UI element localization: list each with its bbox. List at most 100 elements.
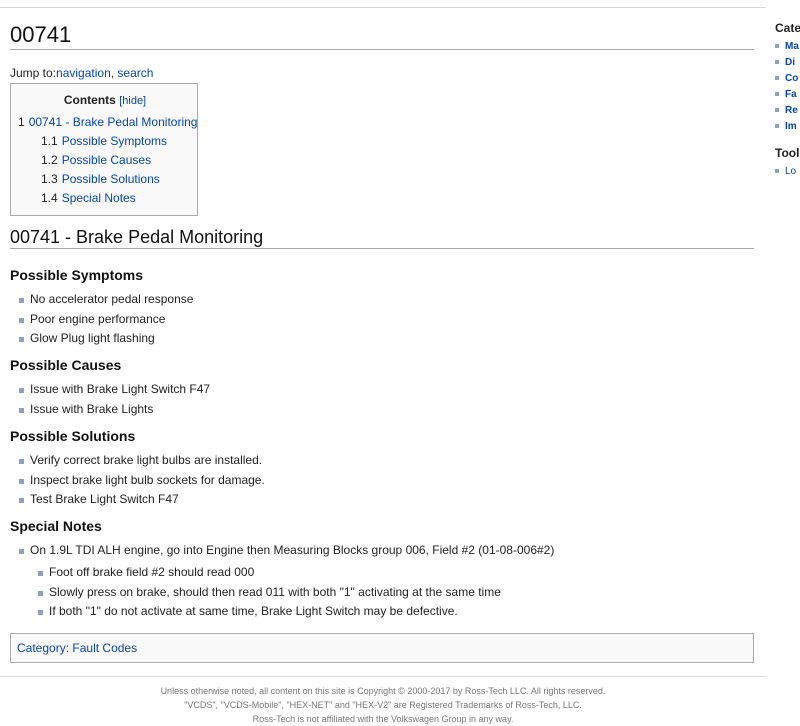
- toc-item-number: 1.2: [41, 153, 58, 167]
- bullet-icon: [38, 610, 43, 615]
- bullet-icon: [19, 478, 24, 484]
- solutions-list: Verify correct brake light bulbs are ins…: [10, 451, 265, 510]
- list-item-text: Verify correct brake light bulbs are ins…: [30, 453, 263, 467]
- list-item-text: If both "1" do not activate at same time…: [49, 604, 458, 618]
- category-line: Category: Fault Codes: [17, 641, 137, 655]
- toc-item-label: Special Notes: [61, 191, 136, 205]
- title-divider: [10, 49, 754, 50]
- sidebar-item-label: Di: [785, 57, 795, 68]
- bullet-icon: [19, 388, 24, 393]
- bullet-icon: [775, 92, 779, 97]
- category-box: Category: Fault Codes: [10, 633, 754, 663]
- symptoms-heading: Possible Symptoms: [10, 267, 144, 283]
- sidebar-category-item[interactable]: Ma: [775, 41, 799, 52]
- sidebar-item-label: Lo: [785, 166, 797, 177]
- toc-item-number: 1.4: [41, 191, 58, 205]
- list-item-text: Issue with Brake Lights: [30, 401, 154, 416]
- list-item-text: No accelerator pedal response: [30, 292, 194, 306]
- category-fault-codes-link[interactable]: Fault Codes: [72, 641, 137, 655]
- toc-item-label: Possible Causes: [61, 153, 152, 167]
- sidebar-tools-heading: Tool: [775, 146, 800, 160]
- footer-copyright: Unless otherwise noted, all content on t…: [160, 686, 606, 696]
- sidebar-category-item[interactable]: Fa: [775, 89, 797, 100]
- toc-item-label: Possible Solutions: [61, 172, 160, 186]
- toc-item[interactable]: 1.2 Possible Causes: [41, 153, 151, 167]
- list-item: On 1.9L TDI ALH engine, go into Engine t…: [10, 541, 554, 561]
- bullet-icon: [775, 60, 779, 65]
- toc-item[interactable]: 1.3 Possible Solutions: [41, 172, 160, 186]
- list-item: Foot off brake field #2 should read 000: [29, 563, 501, 583]
- bullet-icon: [775, 44, 779, 49]
- sidebar-category-item[interactable]: Re: [775, 105, 798, 116]
- list-item-text: Issue with Brake Light Switch F47: [30, 382, 211, 396]
- sidebar-item-label: Re: [785, 105, 798, 116]
- toc-item-number: 1.1: [41, 134, 58, 148]
- list-item-text: Slowly press on brake, should then read …: [49, 584, 501, 599]
- bullet-icon: [19, 317, 24, 323]
- jump-search-link[interactable]: search: [117, 66, 153, 80]
- bullet-icon: [19, 407, 24, 413]
- list-item: Issue with Brake Lights: [10, 400, 210, 420]
- footer-divider: [0, 676, 766, 677]
- notes-list: On 1.9L TDI ALH engine, go into Engine t…: [10, 541, 554, 561]
- list-item: Poor engine performance: [10, 310, 193, 330]
- category-separator: :: [65, 641, 70, 655]
- bullet-icon: [19, 549, 24, 554]
- jump-to-label: Jump to:: [10, 66, 57, 80]
- category-prefix-link[interactable]: Category: [17, 641, 66, 655]
- list-item: Test Brake Light Switch F47: [10, 490, 265, 510]
- toc-title: Contents: [63, 93, 116, 107]
- list-item-text: Test Brake Light Switch F47: [30, 492, 179, 506]
- causes-heading: Possible Causes: [10, 357, 122, 373]
- sidebar-item-label: Ma: [785, 41, 799, 52]
- sidebar-item-label: Co: [785, 73, 799, 84]
- footer-affiliation: Ross-Tech is not affiliated with the Vol…: [252, 714, 514, 724]
- list-item: Verify correct brake light bulbs are ins…: [10, 451, 265, 471]
- bullet-icon: [775, 76, 779, 81]
- footer-trademarks: "VCDS", "VCDS-Mobile", "HEX-NET" and "HE…: [184, 700, 582, 710]
- jump-to-bar: Jump to:navigation, search: [10, 66, 153, 80]
- toc-item[interactable]: 1.1 Possible Symptoms: [41, 134, 167, 148]
- sidebar-categories-heading: Cate: [775, 21, 800, 35]
- causes-list: Issue with Brake Light Switch F47 Issue …: [10, 380, 210, 419]
- jump-navigation-link[interactable]: navigation: [56, 66, 111, 80]
- solutions-heading: Possible Solutions: [10, 428, 136, 444]
- toc-item-number: 1: [18, 115, 25, 129]
- bullet-icon: [775, 124, 779, 129]
- toc-item[interactable]: 1.4 Special Notes: [41, 191, 136, 205]
- bullet-icon: [775, 108, 779, 113]
- sidebar-category-item[interactable]: Di: [775, 57, 795, 68]
- sidebar-item-label: Im: [785, 121, 797, 132]
- top-divider: [0, 7, 766, 8]
- table-of-contents: Contents [hide] 1 00741 - Brake Pedal Mon…: [10, 83, 198, 216]
- list-item: Inspect brake light bulb sockets for dam…: [10, 471, 265, 491]
- sidebar-item-label: Fa: [785, 89, 797, 100]
- symptoms-list: No accelerator pedal response Poor engin…: [10, 290, 193, 349]
- bullet-icon: [38, 571, 43, 576]
- list-item: No accelerator pedal response: [10, 290, 193, 310]
- notes-sublist: Foot off brake field #2 should read 000 …: [29, 563, 501, 622]
- list-item: Issue with Brake Light Switch F47: [10, 380, 210, 400]
- bullet-icon: [19, 337, 24, 342]
- section-divider: [10, 248, 754, 249]
- bullet-icon: [19, 298, 24, 303]
- list-item: If both "1" do not activate at same time…: [29, 602, 501, 622]
- toc-item-label: Possible Symptoms: [61, 134, 168, 148]
- list-item: Slowly press on brake, should then read …: [29, 583, 501, 603]
- list-item-text: Glow Plug light flashing: [30, 331, 155, 345]
- sidebar-category-item[interactable]: Co: [775, 73, 798, 84]
- bullet-icon: [19, 459, 24, 464]
- toc-item-label: 00741 - Brake Pedal Monitoring: [28, 115, 198, 129]
- bullet-icon: [775, 169, 779, 174]
- toc-hide-link[interactable]: [hide]: [119, 95, 146, 107]
- sidebar-tool-item[interactable]: Lo: [775, 166, 796, 177]
- toc-header: Contents [hide]: [11, 93, 199, 107]
- sidebar-category-item[interactable]: Im: [775, 121, 797, 132]
- toc-item[interactable]: 1 00741 - Brake Pedal Monitoring: [18, 115, 197, 129]
- notes-heading: Special Notes: [10, 518, 102, 534]
- list-item-text: Foot off brake field #2 should read 000: [49, 565, 255, 579]
- page-title: 00741: [10, 22, 72, 47]
- list-item-text: Poor engine performance: [30, 311, 166, 326]
- section-title: 00741 - Brake Pedal Monitoring: [10, 227, 264, 247]
- list-item: Glow Plug light flashing: [10, 329, 193, 349]
